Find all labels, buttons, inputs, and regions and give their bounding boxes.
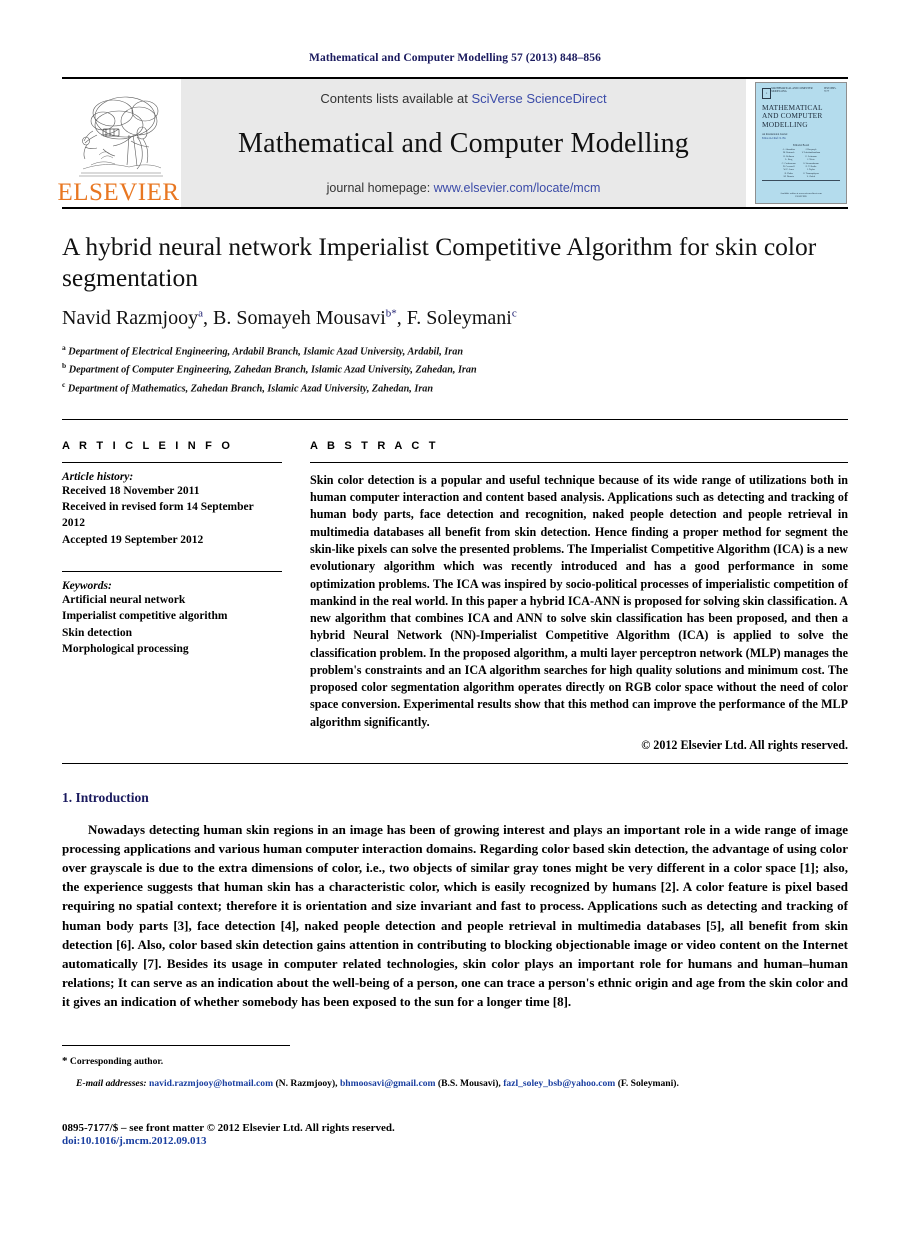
affiliation-marker: b bbox=[62, 361, 67, 371]
banner-bottom-rule bbox=[62, 207, 848, 209]
cover-elsevier-mark: E bbox=[762, 88, 772, 99]
affiliation-item: a Department of Electrical Engineering, … bbox=[62, 342, 848, 360]
introduction-paragraph: Nowadays detecting human skin regions in… bbox=[62, 822, 848, 1010]
cover-board-heading: Editorial Board bbox=[792, 143, 810, 147]
affiliation-text: Department of Computer Engineering, Zahe… bbox=[68, 364, 477, 376]
info-abstract-columns: A R T I C L E I N F O Article history: R… bbox=[62, 440, 848, 753]
keywords-rule bbox=[62, 571, 282, 573]
abstract-heading: A B S T R A C T bbox=[310, 439, 439, 452]
sciencedirect-link[interactable]: SciVerse ScienceDirect bbox=[471, 91, 606, 106]
author-name: F. Soleymani bbox=[406, 307, 512, 330]
cover-image: E MATHEMATICAL AND COMPUTER MODELLING IS… bbox=[755, 82, 847, 204]
abstract-column: A B S T R A C T Skin color detection is … bbox=[310, 440, 848, 753]
email-addresses-note: E-mail addresses: navid.razmjooy@hotmail… bbox=[76, 1077, 679, 1089]
keyword-item: Skin detection bbox=[62, 626, 132, 639]
author-affil-marker: b* bbox=[385, 307, 397, 320]
journal-homepage-line: journal homepage: www.elsevier.com/locat… bbox=[327, 181, 601, 195]
email-addresses-label: E-mail addresses: bbox=[76, 1077, 147, 1089]
email-owner: (N. Razmjooy) bbox=[275, 1077, 336, 1089]
page-content: Mathematical and Computer Modelling 57 (… bbox=[57, 0, 848, 1091]
cover-title-line-3: MODELLING bbox=[762, 119, 808, 129]
abstract-rule bbox=[310, 461, 848, 463]
affiliation-text: Department of Electrical Engineering, Ar… bbox=[68, 346, 464, 358]
corresponding-author-note: * Corresponding author. bbox=[62, 1053, 848, 1070]
email-owner: (B.S. Mousavi) bbox=[437, 1077, 499, 1089]
abstract-bottom-rule bbox=[62, 763, 848, 765]
page-title: A hybrid neural network Imperialist Comp… bbox=[62, 232, 817, 293]
cover-subtitle: An International Journal Editor-in-Chief… bbox=[762, 133, 840, 139]
email-link[interactable]: navid.razmjooy@hotmail.com bbox=[149, 1078, 273, 1089]
article-history-line: Received in revised form 14 September bbox=[62, 501, 254, 514]
article-history-label: Article history: bbox=[62, 470, 134, 483]
footnote-rule bbox=[62, 1045, 290, 1047]
homepage-prefix: journal homepage: bbox=[326, 181, 434, 195]
cover-masthead-left: MATHEMATICAL AND COMPUTER MODELLING bbox=[771, 87, 813, 93]
paper-page: Mathematical and Computer Modelling 57 (… bbox=[0, 0, 907, 1238]
cover-title: MATHEMATICAL AND COMPUTER MODELLING bbox=[762, 103, 840, 129]
cover-board-col-2: J. Kacprzyk V. Lakshmikantham G. Leitman… bbox=[802, 149, 820, 180]
email-link[interactable]: fazl_soley_bsb@yahoo.com bbox=[503, 1078, 615, 1089]
affiliation-text: Department of Mathematics, Zahedan Branc… bbox=[67, 383, 434, 395]
imprint-block: 0895-7177/$ – see front matter © 2012 El… bbox=[62, 1122, 848, 1147]
elsevier-logo: ELSEVIER bbox=[57, 79, 179, 207]
journal-title: Mathematical and Computer Modelling bbox=[237, 127, 689, 159]
affiliation-list: a Department of Electrical Engineering, … bbox=[62, 342, 848, 397]
cover-divider bbox=[762, 180, 840, 181]
keyword-item: Artificial neural network bbox=[62, 594, 186, 607]
issn-front-matter-line: 0895-7177/$ – see front matter © 2012 El… bbox=[62, 1122, 395, 1134]
elsevier-wordmark: ELSEVIER bbox=[57, 179, 180, 206]
affiliation-marker: c bbox=[62, 379, 66, 389]
cover-board-col-1: A. Ahmadian M. Bartusek R. Bellman L. Be… bbox=[782, 149, 796, 180]
journal-cover-thumbnail[interactable]: E MATHEMATICAL AND COMPUTER MODELLING IS… bbox=[754, 79, 848, 207]
running-head: Mathematical and Computer Modelling 57 (… bbox=[309, 52, 601, 64]
section-title-text: Introduction bbox=[75, 790, 149, 806]
article-info-rule bbox=[62, 461, 282, 463]
abstract-text: Skin color detection is a popular and us… bbox=[310, 472, 848, 729]
article-history-line: Received 18 November 2011 bbox=[62, 484, 200, 497]
author-name: B. Somayeh Mousavi bbox=[212, 307, 386, 330]
article-info-column: A R T I C L E I N F O Article history: R… bbox=[62, 440, 310, 753]
section-heading-introduction: 1. Introduction bbox=[62, 790, 848, 806]
article-history-line: 2012 bbox=[62, 517, 85, 530]
corresponding-author-marker: * bbox=[62, 1055, 68, 1068]
author-name: Navid Razmjooy bbox=[62, 307, 199, 330]
affiliation-item: b Department of Computer Engineering, Za… bbox=[62, 360, 848, 378]
article-history: Article history: Received 18 November 20… bbox=[62, 471, 282, 548]
cover-footer: Available online at www.sciencedirect.co… bbox=[762, 192, 840, 198]
article-info-heading: A R T I C L E I N F O bbox=[62, 439, 234, 452]
cover-board-columns: A. Ahmadian M. Bartusek R. Bellman L. Be… bbox=[762, 149, 840, 180]
affiliation-marker: a bbox=[62, 343, 66, 353]
email-link[interactable]: bhmoosavi@gmail.com bbox=[340, 1078, 436, 1089]
contents-lists-line: Contents lists available at SciVerse Sci… bbox=[320, 91, 606, 106]
doi-line[interactable]: doi:10.1016/j.mcm.2012.09.013 bbox=[62, 1135, 848, 1147]
corresponding-author-text: Corresponding author. bbox=[69, 1056, 164, 1068]
cover-masthead: E MATHEMATICAL AND COMPUTER MODELLING IS… bbox=[762, 87, 840, 99]
affiliation-item: c Department of Mathematics, Zahedan Bra… bbox=[62, 379, 848, 397]
title-block-bottom-rule bbox=[62, 418, 848, 420]
elsevier-tree-icon bbox=[72, 91, 165, 179]
banner-center: Contents lists available at SciVerse Sci… bbox=[181, 79, 746, 207]
author-affil-marker: a bbox=[198, 307, 203, 320]
cover-masthead-right: ISSN 0895-7177 bbox=[823, 87, 837, 93]
journal-banner: ELSEVIER Contents lists available at Sci… bbox=[57, 77, 848, 207]
keywords-label: Keywords: bbox=[62, 580, 112, 593]
cover-subtitle-line-2: Editor-in-Chief: X. Hu bbox=[762, 136, 786, 140]
journal-homepage-link[interactable]: www.elsevier.com/locate/mcm bbox=[434, 181, 601, 195]
section-number: 1. bbox=[62, 790, 73, 806]
keyword-item: Morphological processing bbox=[62, 643, 189, 656]
author-affil-marker: c bbox=[511, 307, 517, 320]
keywords-block: Keywords: Artificial neural network Impe… bbox=[62, 580, 282, 657]
author-list: Navid Razmjooya, B. Somayeh Mousavib*, F… bbox=[62, 307, 517, 330]
keyword-item: Imperialist competitive algorithm bbox=[62, 610, 228, 623]
abstract-copyright: © 2012 Elsevier Ltd. All rights reserved… bbox=[641, 738, 848, 753]
email-owner: (F. Soleymani) bbox=[617, 1077, 677, 1089]
article-history-line: Accepted 19 September 2012 bbox=[62, 533, 204, 546]
cover-footer-line-2: ELSEVIER bbox=[795, 194, 807, 198]
contents-lists-prefix: Contents lists available at bbox=[320, 91, 472, 106]
